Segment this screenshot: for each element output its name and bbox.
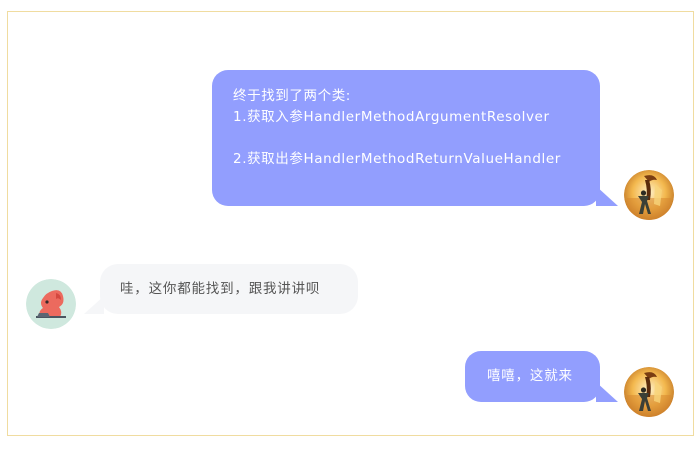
message-bubble-incoming: 哇，这你都能找到，跟我讲讲呗 bbox=[84, 264, 358, 314]
message-line: 2.获取出参HandlerMethodReturnValueHandler bbox=[233, 151, 561, 167]
painting-avatar-icon[interactable] bbox=[624, 170, 674, 220]
painting-avatar-icon[interactable] bbox=[624, 367, 674, 417]
message-bubble-outgoing: 嘻嘻，这就来 bbox=[465, 351, 618, 402]
message-line: 终于找到了两个类: bbox=[233, 88, 351, 104]
message-bubble-outgoing: 终于找到了两个类: 1.获取入参HandlerMethodArgumentRes… bbox=[212, 70, 618, 206]
message-line: 1.获取入参HandlerMethodArgumentResolver bbox=[233, 109, 550, 125]
message-line-blank bbox=[233, 128, 600, 149]
squirrel-avatar-icon[interactable] bbox=[26, 279, 76, 329]
